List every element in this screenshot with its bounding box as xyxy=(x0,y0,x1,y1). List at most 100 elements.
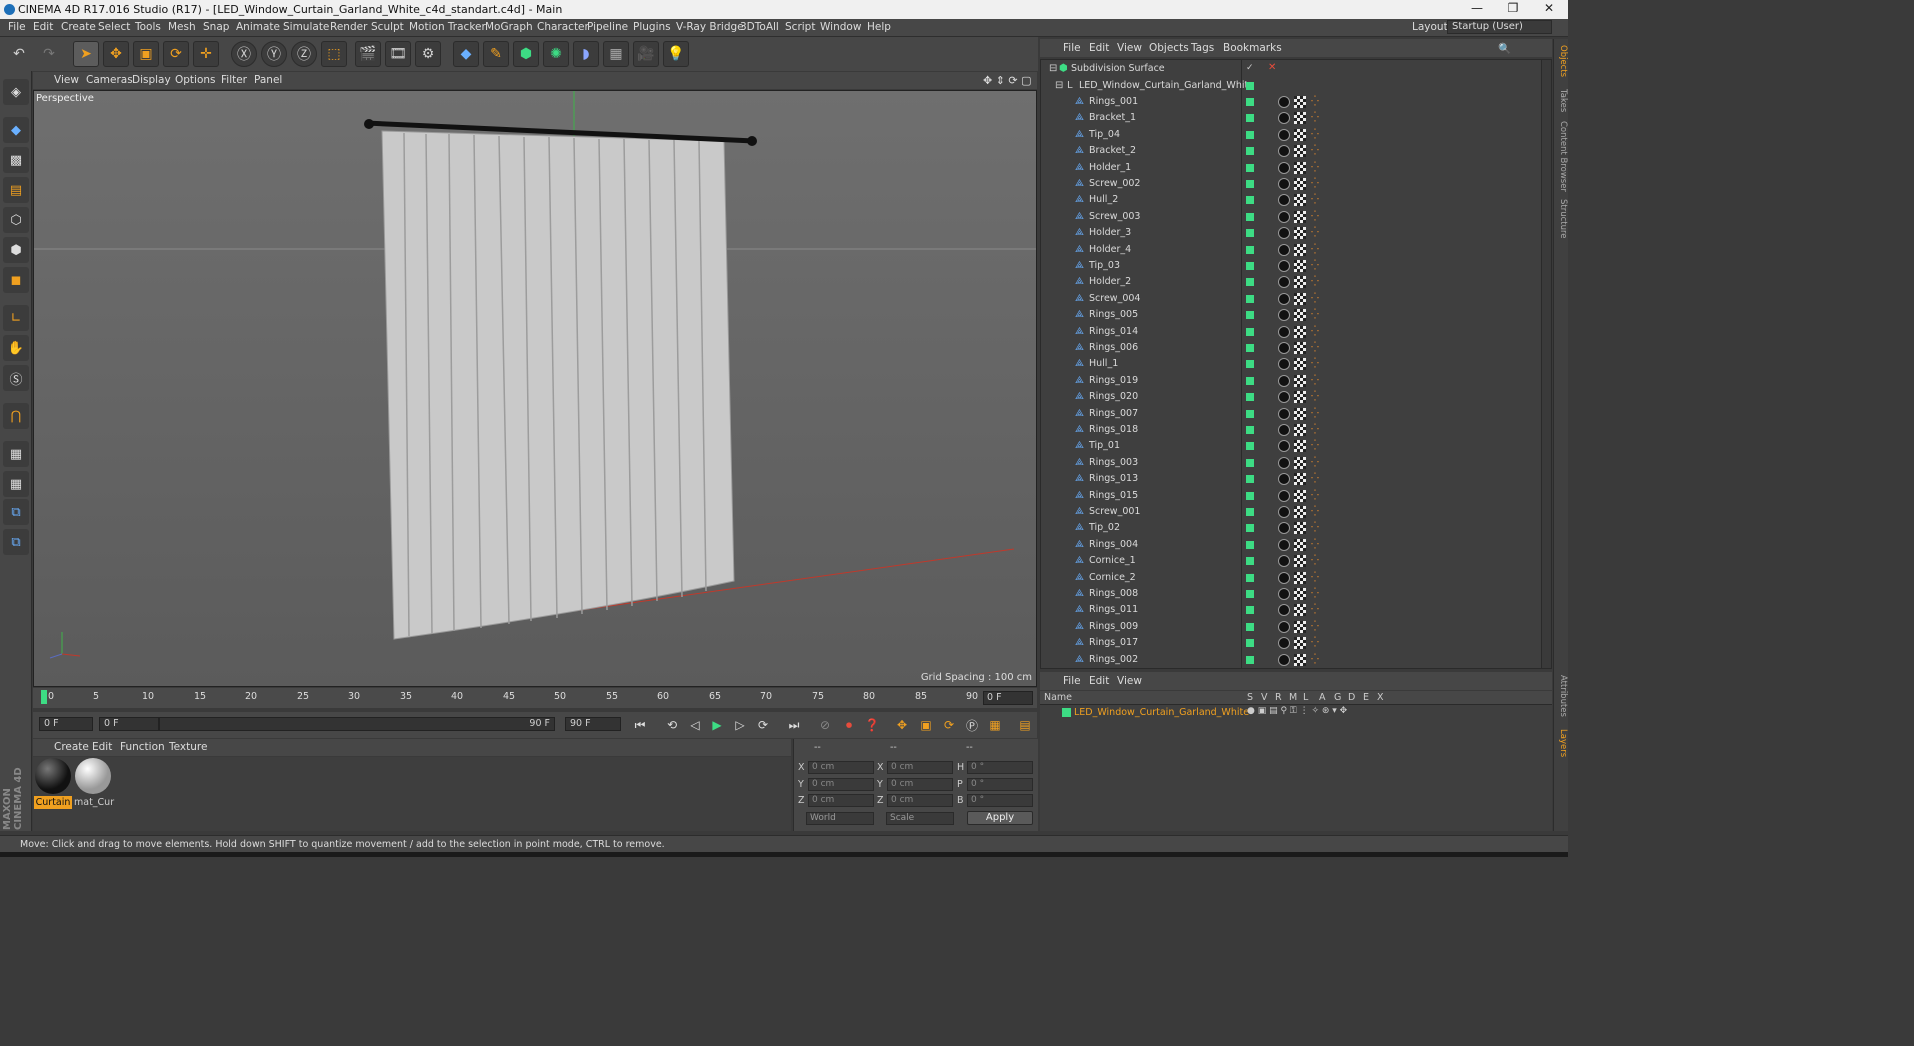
layer-color-swatch[interactable] xyxy=(1246,426,1254,434)
selection-tag-icon[interactable]: ⁛ xyxy=(1311,343,1321,353)
material-tag-icon[interactable] xyxy=(1278,325,1290,338)
material-tag-icon[interactable] xyxy=(1278,653,1290,666)
material-tag-icon[interactable] xyxy=(1278,374,1290,387)
object-row[interactable]: ⟁ Rings_008 ⁛ xyxy=(1041,586,1541,602)
material-tag-icon[interactable] xyxy=(1278,161,1290,174)
menu-sculpt[interactable]: Sculpt xyxy=(371,21,404,33)
menu-plugins[interactable]: Plugins xyxy=(633,21,671,33)
texture-tag-icon[interactable] xyxy=(1294,440,1306,453)
texture-tag-icon[interactable] xyxy=(1294,522,1306,535)
object-row[interactable]: ⟁ Tip_04 ⁛ xyxy=(1041,127,1541,143)
layout-select[interactable]: Startup (User) xyxy=(1447,20,1552,34)
layer-color-swatch[interactable] xyxy=(1246,114,1254,123)
layer-color-swatch[interactable] xyxy=(1246,311,1254,320)
layer-color-swatch[interactable] xyxy=(1246,130,1254,139)
layer-color-swatch[interactable] xyxy=(1246,475,1254,484)
material-tag-icon[interactable] xyxy=(1278,424,1290,436)
selection-tag-icon[interactable]: ⁛ xyxy=(1311,474,1321,484)
nurbs-generator-icon[interactable]: ⬢ xyxy=(513,41,539,67)
menu-script[interactable]: Script xyxy=(785,21,815,33)
transform-tool-icon[interactable]: ✛ xyxy=(193,41,219,67)
menu-mograph[interactable]: MoGraph xyxy=(485,21,533,33)
object-row[interactable]: ⟁ Cornice_1 ⁛ xyxy=(1041,553,1541,569)
om-menu-file[interactable]: File xyxy=(1063,42,1081,54)
selection-tag-icon[interactable]: ⁛ xyxy=(1311,441,1321,451)
keyframe-selection-icon[interactable]: ❓ xyxy=(862,715,882,735)
object-row[interactable]: ⟁ Rings_007 ⁛ xyxy=(1041,406,1541,422)
layer-color-swatch[interactable] xyxy=(1246,327,1254,336)
axis-mode-icon[interactable]: ∟ xyxy=(3,305,29,331)
object-row-root[interactable]: ⊟ ⬢ Subdivision Surface ✓ ✕ xyxy=(1041,61,1541,77)
menu-animate[interactable]: Animate xyxy=(236,21,280,33)
selection-tag-icon[interactable]: ⁛ xyxy=(1311,211,1321,222)
rotation-h-field[interactable]: 0 ° xyxy=(967,761,1033,774)
object-row[interactable]: ⟁ Holder_2 ⁛ xyxy=(1041,274,1541,290)
spline-pen-icon[interactable]: ✎ xyxy=(483,41,509,67)
texture-tag-icon[interactable] xyxy=(1294,391,1306,404)
selection-tag-icon[interactable]: ⁛ xyxy=(1311,261,1321,271)
om-menu-edit[interactable]: Edit xyxy=(1089,42,1109,54)
material-tag-icon[interactable] xyxy=(1278,309,1290,322)
texture-tag-icon[interactable] xyxy=(1294,489,1306,502)
material-tag-icon[interactable] xyxy=(1278,342,1290,354)
rotate-tool-icon[interactable]: ⟳ xyxy=(163,41,189,67)
material-tag-icon[interactable] xyxy=(1278,588,1290,600)
texture-tag-icon[interactable] xyxy=(1294,456,1306,469)
layer-color-swatch[interactable] xyxy=(1246,212,1254,221)
move-tool-icon[interactable]: ✥ xyxy=(103,41,129,67)
object-row[interactable]: ⟁ Rings_002 ⁛ xyxy=(1041,652,1541,668)
coordinate-space-select[interactable]: World xyxy=(806,812,874,825)
material-tag-icon[interactable] xyxy=(1278,440,1290,453)
texture-tag-icon[interactable] xyxy=(1294,145,1306,158)
selection-tag-icon[interactable]: ⁛ xyxy=(1311,97,1321,107)
go-to-end-icon[interactable]: ⏭ xyxy=(784,715,804,735)
position-x-field[interactable]: 0 cm xyxy=(808,761,874,774)
python-script-2-icon[interactable]: ⧉ xyxy=(3,529,29,555)
texture-tag-icon[interactable] xyxy=(1294,342,1306,354)
model-mode-icon[interactable]: ◆ xyxy=(3,117,29,143)
material-tag-icon[interactable] xyxy=(1278,555,1290,568)
layer-menu-file[interactable]: File xyxy=(1063,675,1081,687)
texture-tag-icon[interactable] xyxy=(1294,292,1306,305)
selection-tag-icon[interactable]: ⁛ xyxy=(1311,162,1321,173)
layer-color-swatch[interactable] xyxy=(1246,540,1254,549)
selection-tag-icon[interactable]: ⁛ xyxy=(1311,113,1321,123)
selection-tag-icon[interactable]: ⁛ xyxy=(1311,621,1321,632)
menu-help[interactable]: Help xyxy=(867,21,891,33)
layer-color-swatch[interactable] xyxy=(1246,557,1254,566)
minimize-button[interactable]: — xyxy=(1462,1,1492,15)
layer-color-swatch[interactable] xyxy=(1246,278,1254,287)
object-row[interactable]: ⟁ Tip_02 ⁛ xyxy=(1041,520,1541,536)
live-selection-icon[interactable]: ➤ xyxy=(73,41,99,67)
layer-color-swatch[interactable] xyxy=(1246,458,1254,467)
viewport-menu-filter[interactable]: Filter xyxy=(221,74,247,86)
selection-tag-icon[interactable]: ⁛ xyxy=(1311,490,1321,501)
object-row[interactable]: ⟁ Tip_03 ⁛ xyxy=(1041,258,1541,274)
start-frame-field[interactable]: 0 F xyxy=(39,717,93,731)
layer-color-swatch[interactable] xyxy=(1246,147,1254,156)
layer-color-swatch[interactable] xyxy=(1246,508,1254,516)
selection-tag-icon[interactable]: ⁛ xyxy=(1311,572,1321,583)
tab-takes[interactable]: Takes xyxy=(1555,89,1568,112)
step-forward-icon[interactable]: ▷ xyxy=(730,715,750,735)
points-mode-icon[interactable]: ⬡ xyxy=(3,207,29,233)
layer-color-swatch[interactable] xyxy=(1246,639,1254,648)
menu-window[interactable]: Window xyxy=(820,21,861,33)
end-frame-field[interactable]: 90 F xyxy=(565,717,621,731)
layer-color-swatch[interactable] xyxy=(1246,606,1254,615)
menu-edit[interactable]: Edit xyxy=(33,21,53,33)
selection-tag-icon[interactable]: ⁛ xyxy=(1311,507,1321,517)
restore-button[interactable]: ❐ xyxy=(1498,1,1528,15)
object-row[interactable]: ⟁ Rings_013 ⁛ xyxy=(1041,471,1541,487)
menu-create[interactable]: Create xyxy=(61,21,96,33)
grid-snap-icon[interactable]: ▦ xyxy=(3,471,29,497)
material-tag-icon[interactable] xyxy=(1278,210,1290,223)
selection-tag-icon[interactable]: ⁛ xyxy=(1311,589,1321,599)
material-swatch[interactable]: mat_Cur xyxy=(74,758,114,809)
selection-tag-icon[interactable]: ⁛ xyxy=(1311,654,1321,665)
go-to-start-icon[interactable]: ⏮ xyxy=(630,715,650,735)
texture-tag-icon[interactable] xyxy=(1294,96,1306,108)
layer-menu-view[interactable]: View xyxy=(1117,675,1142,687)
object-row[interactable]: ⟁ Rings_014 ⁛ xyxy=(1041,324,1541,340)
om-menu-objects[interactable]: Objects xyxy=(1149,42,1189,54)
